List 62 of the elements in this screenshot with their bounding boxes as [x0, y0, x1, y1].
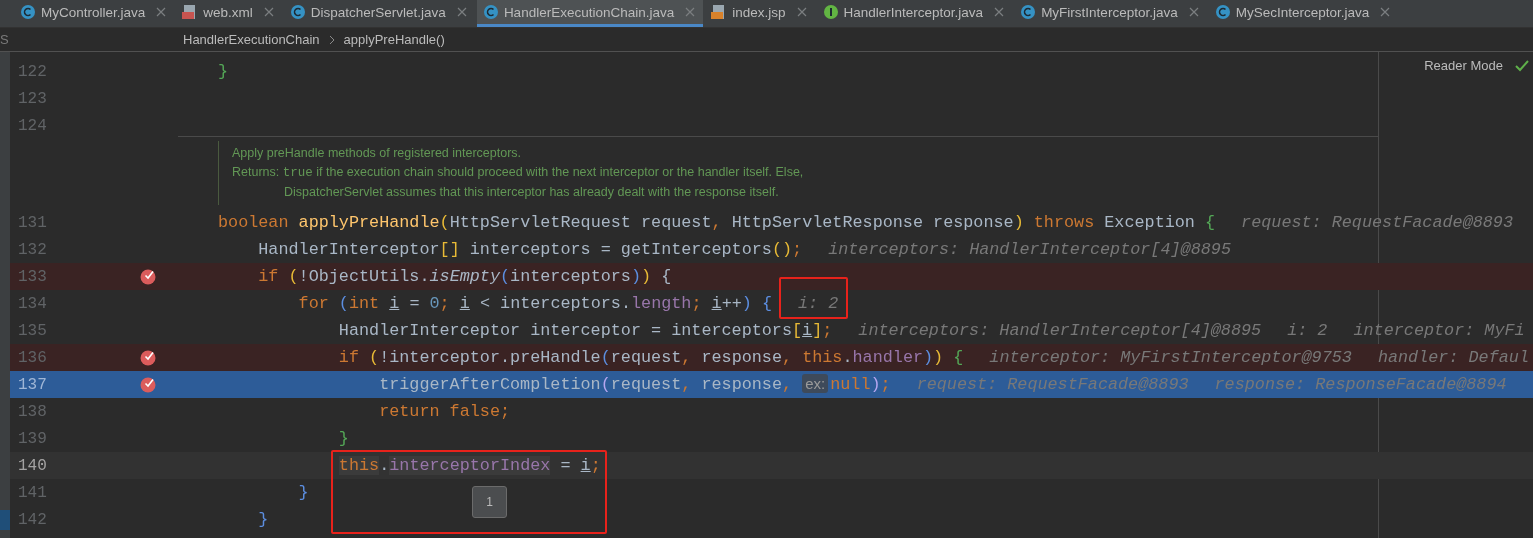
code-line: for (int i = 0; i < interceptors.length; i++) { i: 2: [297, 294, 839, 313]
breakpoint-icon[interactable]: [140, 376, 156, 393]
line-number: 123: [17, 89, 48, 108]
editor-tab[interactable]: HandlerExecutionChain.java: [476, 0, 704, 27]
code-line: HandlerInterceptor[] interceptors = getInterceptors(); interceptors: HandlerInterceptor[4]@8895: [257, 240, 1231, 259]
code-line: if (!interceptor.preHandle(request, response, this.handler)) { interceptor: MyFirstInterceptor@9753 handler: Defaul: [337, 348, 1529, 367]
class-file-icon: [1214, 4, 1231, 20]
tooltip: 1: [472, 486, 507, 518]
line-number: 124: [17, 116, 48, 135]
line-number: 142: [17, 510, 48, 529]
code-line: HandlerInterceptor interceptor = interceptors[i]; interceptors: HandlerInterceptor[4]@8895 i: 2 interceptor: MyFi: [337, 321, 1525, 340]
code-line: }: [257, 510, 269, 529]
check-icon: [1515, 59, 1529, 72]
editor-tab[interactable]: MyFirstInterceptor.java: [1014, 0, 1207, 27]
close-icon[interactable]: [685, 7, 696, 17]
code-line: boolean applyPreHandle(HttpServletRequest request, HttpServletResponse response) throws Exception { request: RequestFacade@8893: [218, 213, 1513, 232]
line-number: 135: [17, 321, 48, 340]
line-number: 141: [17, 483, 48, 502]
panel-marker: [0, 510, 10, 530]
code-line: return false;: [378, 402, 511, 421]
code-line: if (!ObjectUtils.isEmpty(interceptors)) {: [257, 267, 672, 286]
class-file-icon: [289, 4, 306, 20]
close-icon[interactable]: [456, 7, 467, 17]
close-icon[interactable]: [796, 7, 807, 17]
line-number: 136: [17, 348, 48, 367]
code-line: }: [337, 429, 349, 448]
line-number: 140: [17, 456, 48, 475]
editor-tab[interactable]: index.jsp: [705, 0, 815, 27]
breakpoint-icon[interactable]: [140, 268, 156, 285]
editor-tab[interactable]: HandlerInterceptor.java: [816, 0, 1013, 27]
code-line: triggerAfterCompletion(request, response, ex: null); request: RequestFacade@8893 response: ResponseFacade@8894: [378, 375, 1507, 394]
class-file-icon: [20, 4, 36, 20]
editor-tab[interactable]: MyController.java: [14, 0, 175, 27]
class-file-icon: [1020, 4, 1037, 20]
breadcrumb-item[interactable]: HandlerExecutionChain: [183, 32, 320, 47]
editor-tab[interactable]: web.xml: [176, 0, 282, 27]
line-number: 139: [17, 429, 48, 448]
line-number: 133: [17, 267, 48, 286]
line-number: 138: [17, 402, 48, 421]
close-icon[interactable]: [1188, 7, 1199, 17]
code-line: }: [218, 62, 229, 81]
close-icon[interactable]: [156, 7, 167, 17]
code-line: }: [297, 483, 309, 502]
annotation-frame: [779, 277, 848, 319]
interface-file-icon: [822, 4, 839, 20]
line-number: 132: [17, 240, 48, 259]
breakpoint-icon[interactable]: [140, 349, 156, 366]
editor-tab[interactable]: DispatcherServlet.java: [283, 0, 475, 27]
line-number: 137: [17, 375, 48, 394]
chevron-icon: [327, 34, 336, 45]
doc-comment: Apply preHandle methods of registered interceptors. Returns: true if the execution chain should proceed with the next interceptor or the handler itself. Else, DispatcherServlet assumes that this interceptor has already dealt with the response itself.: [218, 141, 872, 205]
reader-mode-button[interactable]: Reader Mode: [1424, 58, 1503, 73]
line-number: 134: [17, 294, 48, 313]
side-panel-label[interactable]: S: [0, 32, 9, 47]
line-number: 122: [17, 62, 48, 81]
close-icon[interactable]: [1380, 7, 1391, 17]
editor-tab[interactable]: MySecInterceptor.java: [1208, 0, 1399, 27]
class-file-icon: [482, 4, 499, 20]
breadcrumb-item[interactable]: applyPreHandle(): [343, 32, 445, 47]
line-number: 131: [17, 213, 48, 232]
close-icon[interactable]: [263, 7, 274, 17]
close-icon[interactable]: [994, 7, 1005, 17]
